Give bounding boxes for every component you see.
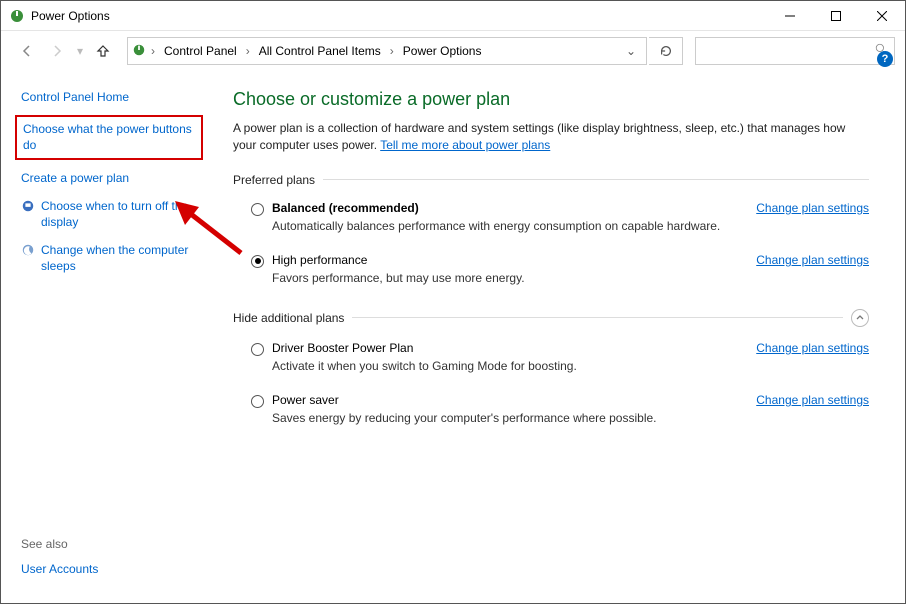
radio-button[interactable] xyxy=(251,343,264,356)
power-options-icon xyxy=(9,8,25,24)
change-plan-settings-link[interactable]: Change plan settings xyxy=(756,201,869,215)
power-icon xyxy=(132,43,146,60)
plan-driver-booster[interactable]: Driver Booster Power Plan Activate it wh… xyxy=(233,337,869,389)
chevron-right-icon: › xyxy=(148,44,158,58)
breadcrumb-item[interactable]: Power Options xyxy=(399,42,486,60)
plan-balanced[interactable]: Balanced (recommended) Automatically bal… xyxy=(233,197,869,249)
breadcrumb-item[interactable]: All Control Panel Items xyxy=(255,42,385,60)
plan-description: Favors performance, but may use more ene… xyxy=(272,271,740,285)
close-button[interactable] xyxy=(859,1,905,31)
window-title: Power Options xyxy=(31,9,110,23)
change-plan-settings-link[interactable]: Change plan settings xyxy=(756,393,869,407)
hidden-plans-label[interactable]: Hide additional plans xyxy=(233,309,869,327)
change-plan-settings-link[interactable]: Change plan settings xyxy=(756,253,869,267)
sidebar-item-create-plan[interactable]: Create a power plan xyxy=(21,170,129,186)
sidebar-item-turn-off-display[interactable]: Choose when to turn off the display xyxy=(41,198,197,230)
plan-high-performance[interactable]: High performance Favors performance, but… xyxy=(233,249,869,301)
breadcrumb-item[interactable]: Control Panel xyxy=(160,42,241,60)
breadcrumb-dropdown[interactable]: ⌄ xyxy=(620,44,642,58)
radio-button[interactable] xyxy=(251,255,264,268)
sidebar: Control Panel Home Choose what the power… xyxy=(1,71,209,605)
plan-description: Saves energy by reducing your computer's… xyxy=(272,411,740,425)
breadcrumb[interactable]: › Control Panel › All Control Panel Item… xyxy=(127,37,647,65)
annotation-highlight: Choose what the power buttons do xyxy=(15,115,203,159)
plan-name: Power saver xyxy=(272,393,740,407)
plan-name: Driver Booster Power Plan xyxy=(272,341,740,355)
main-content: Choose or customize a power plan A power… xyxy=(209,71,905,605)
help-icon[interactable]: ? xyxy=(877,51,893,67)
see-also-user-accounts[interactable]: User Accounts xyxy=(21,561,197,577)
recent-locations-button[interactable]: ▾ xyxy=(73,37,87,65)
learn-more-link[interactable]: Tell me more about power plans xyxy=(380,138,550,152)
radio-button[interactable] xyxy=(251,395,264,408)
radio-button[interactable] xyxy=(251,203,264,216)
chevron-right-icon: › xyxy=(387,44,397,58)
plan-description: Automatically balances performance with … xyxy=(272,219,740,233)
plan-power-saver[interactable]: Power saver Saves energy by reducing you… xyxy=(233,389,869,441)
minimize-button[interactable] xyxy=(767,1,813,31)
sidebar-item-choose-buttons[interactable]: Choose what the power buttons do xyxy=(23,121,195,153)
preferred-plans-label: Preferred plans xyxy=(233,173,869,187)
page-title: Choose or customize a power plan xyxy=(233,89,869,110)
display-icon xyxy=(21,199,35,213)
titlebar: Power Options xyxy=(1,1,905,31)
chevron-right-icon: › xyxy=(243,44,253,58)
sleep-icon xyxy=(21,243,35,257)
plan-description: Activate it when you switch to Gaming Mo… xyxy=(272,359,740,373)
see-also-label: See also xyxy=(21,537,197,551)
change-plan-settings-link[interactable]: Change plan settings xyxy=(756,341,869,355)
page-description: A power plan is a collection of hardware… xyxy=(233,120,869,155)
address-bar: ▾ › Control Panel › All Control Panel It… xyxy=(1,31,905,71)
back-button[interactable] xyxy=(13,37,41,65)
plan-name: Balanced (recommended) xyxy=(272,201,740,215)
chevron-up-icon[interactable] xyxy=(851,309,869,327)
sidebar-item-computer-sleeps[interactable]: Change when the computer sleeps xyxy=(41,242,197,274)
forward-button[interactable] xyxy=(43,37,71,65)
search-input[interactable] xyxy=(695,37,895,65)
plan-name: High performance xyxy=(272,253,740,267)
refresh-button[interactable] xyxy=(649,37,683,65)
maximize-button[interactable] xyxy=(813,1,859,31)
control-panel-home-link[interactable]: Control Panel Home xyxy=(21,89,197,105)
up-button[interactable] xyxy=(89,37,117,65)
